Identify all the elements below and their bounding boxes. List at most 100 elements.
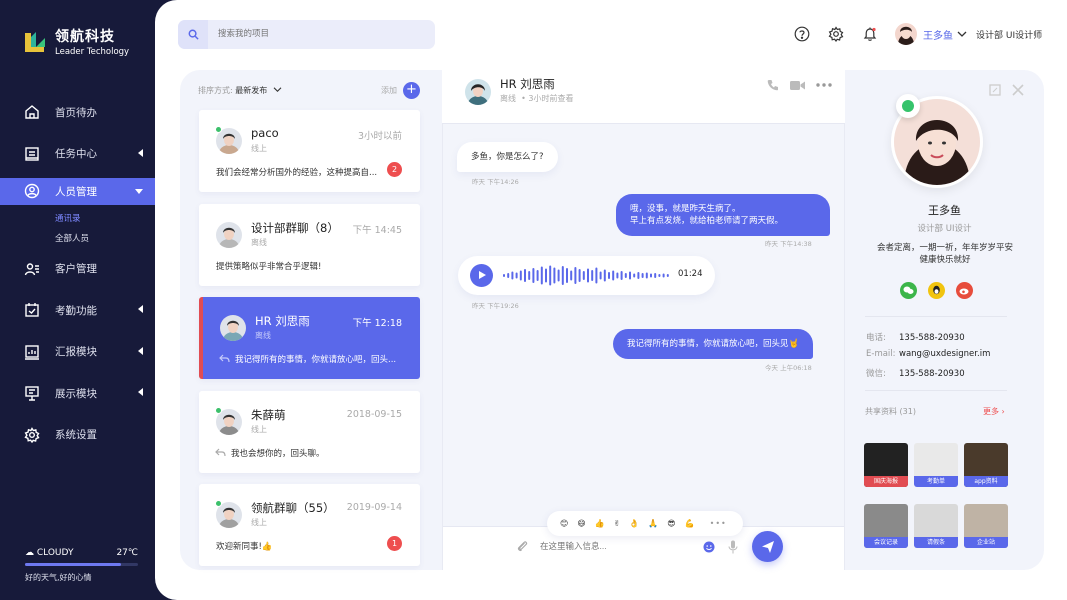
sidebar-subitem-contacts[interactable]: 通讯录 xyxy=(0,209,155,229)
conversation-card[interactable]: 设计部群聊（8） 离线 下午 14:45 提供策略似乎非常合乎逻辑! xyxy=(199,204,420,286)
collapse-arrow-icon[interactable] xyxy=(135,188,143,194)
search-button[interactable] xyxy=(178,20,208,49)
shared-file-thumbnail[interactable]: 企业站 xyxy=(964,504,1008,548)
search-input[interactable] xyxy=(218,28,418,38)
voice-message[interactable]: 01:24 xyxy=(458,256,715,295)
more-link[interactable]: 更多 › xyxy=(983,406,1005,417)
expand-arrow-icon[interactable] xyxy=(138,305,143,313)
video-icon[interactable] xyxy=(790,80,805,91)
waveform-bar xyxy=(566,268,568,283)
emoji-grin[interactable]: 😄 xyxy=(577,519,585,528)
phone-icon[interactable] xyxy=(767,79,779,91)
sidebar-subitem-all-people[interactable]: 全部人员 xyxy=(0,229,155,249)
waveform-bar xyxy=(658,274,661,277)
add-label[interactable]: 添加 xyxy=(381,85,397,96)
expand-arrow-icon[interactable] xyxy=(138,346,143,355)
emoji-muscle[interactable]: 💪 xyxy=(685,519,695,528)
avatar[interactable] xyxy=(220,315,246,341)
shared-file-label: 企业站 xyxy=(964,537,1008,548)
conversation-card[interactable]: 朱薛萌 线上 2018-09-15 我也会想你的，回头聊。 xyxy=(199,391,420,473)
conversation-card[interactable]: 领航群聊（55） 线上 2019-09-14 欢迎新同事!👍 1 xyxy=(199,484,420,566)
sidebar-item-settings[interactable]: 系统设置 xyxy=(0,415,155,455)
sidebar-item-people[interactable]: 人员管理 xyxy=(0,177,155,205)
gear-icon[interactable] xyxy=(827,25,845,43)
avatar[interactable] xyxy=(895,23,917,45)
message-bubble-outgoing[interactable]: 哦，没事，就是昨天生病了。 早上有点发烧，就给柏老师请了两天假。 xyxy=(616,194,830,236)
online-status-indicator xyxy=(896,94,920,118)
send-icon xyxy=(761,540,774,553)
message-input[interactable] xyxy=(540,541,690,551)
user-menu[interactable]: 王多鱼 xyxy=(895,23,967,45)
conversation-time: 3小时以前 xyxy=(357,131,402,142)
waveform-bar xyxy=(616,272,619,279)
shared-file-thumbnail[interactable]: 会议记录 xyxy=(864,504,908,548)
conversation-time: 2018-09-15 xyxy=(346,409,402,420)
chat-avatar[interactable] xyxy=(465,79,491,105)
emoji-pray[interactable]: 🙏 xyxy=(648,519,658,528)
send-button[interactable] xyxy=(752,531,783,562)
weibo-icon[interactable] xyxy=(956,282,973,299)
sidebar-item-reports[interactable]: 汇报模块 xyxy=(0,332,155,372)
emoji-ok[interactable]: 👌 xyxy=(629,519,639,528)
attachment-icon[interactable] xyxy=(516,540,529,553)
sort-control[interactable]: 排序方式: 最新发布 xyxy=(198,85,282,96)
expand-icon[interactable] xyxy=(989,84,1001,96)
sidebar-item-home[interactable]: 首页待办 xyxy=(0,92,155,132)
report-chart-icon xyxy=(25,344,39,360)
conversation-card[interactable]: paco 线上 3小时以前 我们会经常分析国外的经验，这种提高自... 2 xyxy=(199,110,420,192)
conversation-preview: 我记得所有的事情，你就请放心吧，回头... xyxy=(235,355,397,365)
avatar[interactable] xyxy=(216,222,242,248)
conversation-time: 2019-09-14 xyxy=(346,502,402,513)
sidebar-item-customers[interactable]: 客户管理 xyxy=(0,249,155,289)
waveform-bar xyxy=(507,273,510,278)
shared-file-thumbnail[interactable]: 考勤单 xyxy=(914,443,958,487)
expand-arrow-icon[interactable] xyxy=(138,388,143,396)
wechat-icon[interactable] xyxy=(900,282,917,299)
play-button[interactable] xyxy=(470,264,493,287)
sidebar-item-label: 任务中心 xyxy=(55,148,97,160)
chevron-down-icon[interactable] xyxy=(273,86,282,93)
audio-waveform xyxy=(503,265,669,286)
user-name[interactable]: 王多鱼 xyxy=(923,27,953,42)
more-icon[interactable] xyxy=(816,83,832,87)
sidebar-item-attendance[interactable]: 考勤功能 xyxy=(0,290,155,330)
waveform-bar xyxy=(549,265,552,286)
shared-file-thumbnail[interactable]: 请假条 xyxy=(914,504,958,548)
sidebar-item-showcase[interactable]: 展示模块 xyxy=(0,373,155,413)
chevron-down-icon[interactable] xyxy=(957,30,967,38)
bell-icon[interactable] xyxy=(861,25,879,43)
add-conversation-button[interactable]: + xyxy=(403,82,420,99)
qq-icon[interactable] xyxy=(928,282,945,299)
conversation-status: 离线 xyxy=(251,238,267,247)
waveform-bar xyxy=(561,266,564,285)
shared-file-thumbnail[interactable]: app资料 xyxy=(964,443,1008,487)
waveform-bar xyxy=(532,268,535,283)
profile-phone: 电话: 135-588-20930 xyxy=(866,333,965,343)
conversation-time: 下午 14:45 xyxy=(352,225,402,236)
emoji-more-button[interactable]: ••• xyxy=(710,519,727,528)
sidebar-item-tasks[interactable]: 任务中心 xyxy=(0,134,155,174)
emoji-cool[interactable]: 😎 xyxy=(667,519,675,528)
help-icon[interactable] xyxy=(793,25,811,43)
waveform-bar xyxy=(536,270,539,281)
message-bubble-outgoing[interactable]: 我记得所有的事情，你就请放心吧，回头见🤘 xyxy=(613,329,814,359)
waveform-bar xyxy=(633,273,636,278)
conversation-card[interactable]: HR 刘思雨 离线 下午 12:18 我记得所有的事情，你就请放心吧，回头... xyxy=(199,297,420,379)
waveform-bar xyxy=(524,269,526,282)
emoji-victory[interactable]: ✌ xyxy=(614,519,621,528)
brand-logo[interactable]: 领航科技 Leader Techology xyxy=(22,26,129,57)
emoji-icon[interactable] xyxy=(703,541,715,553)
waveform-bar xyxy=(519,270,522,281)
online-indicator xyxy=(215,126,222,133)
conversation-preview: 提供策略似乎非常合乎逻辑! xyxy=(216,262,322,272)
microphone-icon[interactable] xyxy=(728,540,738,554)
emoji-smile[interactable]: 😊 xyxy=(560,519,568,528)
expand-arrow-icon[interactable] xyxy=(138,148,143,157)
search-box[interactable] xyxy=(178,20,435,49)
logo-icon xyxy=(22,29,48,55)
emoji-thumbs-up[interactable]: 👍 xyxy=(595,519,605,528)
close-icon[interactable] xyxy=(1012,84,1024,96)
message-bubble-incoming[interactable]: 多鱼，你是怎么了? xyxy=(457,142,558,172)
shared-file-thumbnail[interactable]: 国庆海报 xyxy=(864,443,908,487)
task-icon xyxy=(25,146,39,161)
